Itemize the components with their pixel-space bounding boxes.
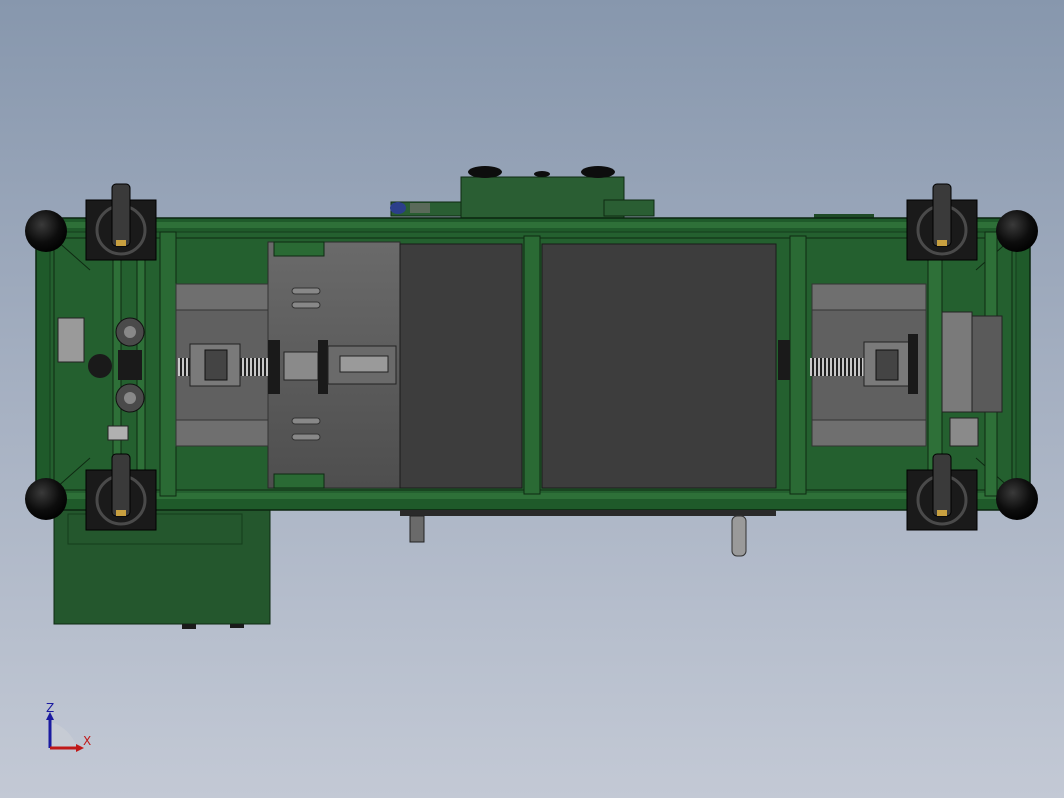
machine-assembly (25, 166, 1038, 629)
bottom-fittings (400, 510, 776, 557)
top-control-box (390, 166, 874, 221)
center-panel-right (541, 243, 777, 489)
wheel-bottom-right (996, 478, 1038, 520)
coordinate-triad: Z X (46, 701, 91, 752)
center-panel-left (399, 243, 523, 489)
x-axis-label: X (83, 734, 91, 748)
wheel-top-left (25, 210, 67, 252)
z-axis-label: Z (46, 701, 54, 715)
wheel-bottom-left (25, 478, 67, 520)
wheel-top-right (996, 210, 1038, 252)
triad-base-shading (50, 722, 78, 748)
caster-bracket-top-right (906, 183, 978, 261)
cad-viewport[interactable]: Z X (0, 0, 1064, 798)
caster-bracket-top-left (85, 183, 157, 261)
